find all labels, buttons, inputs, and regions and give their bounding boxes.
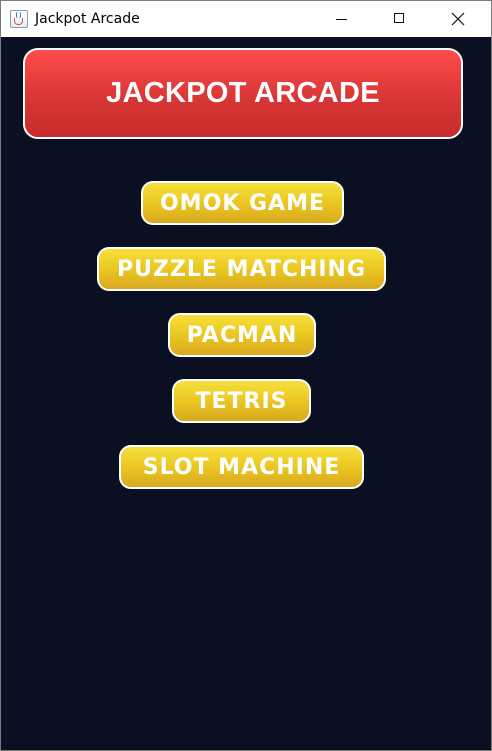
omok-game-label: OMOK GAME [159,190,325,216]
maximize-icon [394,13,404,23]
app-window: Jackpot Arcade JACKPOT ARCADE OMOK GAME … [0,0,492,751]
close-button[interactable] [429,1,491,37]
close-icon [451,12,465,26]
window-title: Jackpot Arcade [35,11,140,27]
slot-machine-label: SLOT MACHINE [142,454,341,480]
minimize-icon [336,19,347,20]
title-banner: JACKPOT ARCADE [23,48,463,139]
maximize-button[interactable] [371,1,429,37]
pacman-button[interactable]: PACMAN [168,313,316,357]
puzzle-matching-button[interactable]: PUZZLE MATCHING [97,247,386,291]
tetris-label: TETRIS [195,388,288,414]
pacman-label: PACMAN [186,322,298,348]
minimize-button[interactable] [313,1,371,37]
slot-machine-button[interactable]: SLOT MACHINE [119,445,364,489]
puzzle-matching-label: PUZZLE MATCHING [116,256,367,282]
main-panel: JACKPOT ARCADE OMOK GAME PUZZLE MATCHING… [1,37,491,750]
java-cup-icon[interactable] [10,10,28,28]
tetris-button[interactable]: TETRIS [172,379,311,423]
title-bar[interactable]: Jackpot Arcade [1,1,491,37]
omok-game-button[interactable]: OMOK GAME [141,181,344,225]
banner-title: JACKPOT ARCADE [106,77,380,109]
